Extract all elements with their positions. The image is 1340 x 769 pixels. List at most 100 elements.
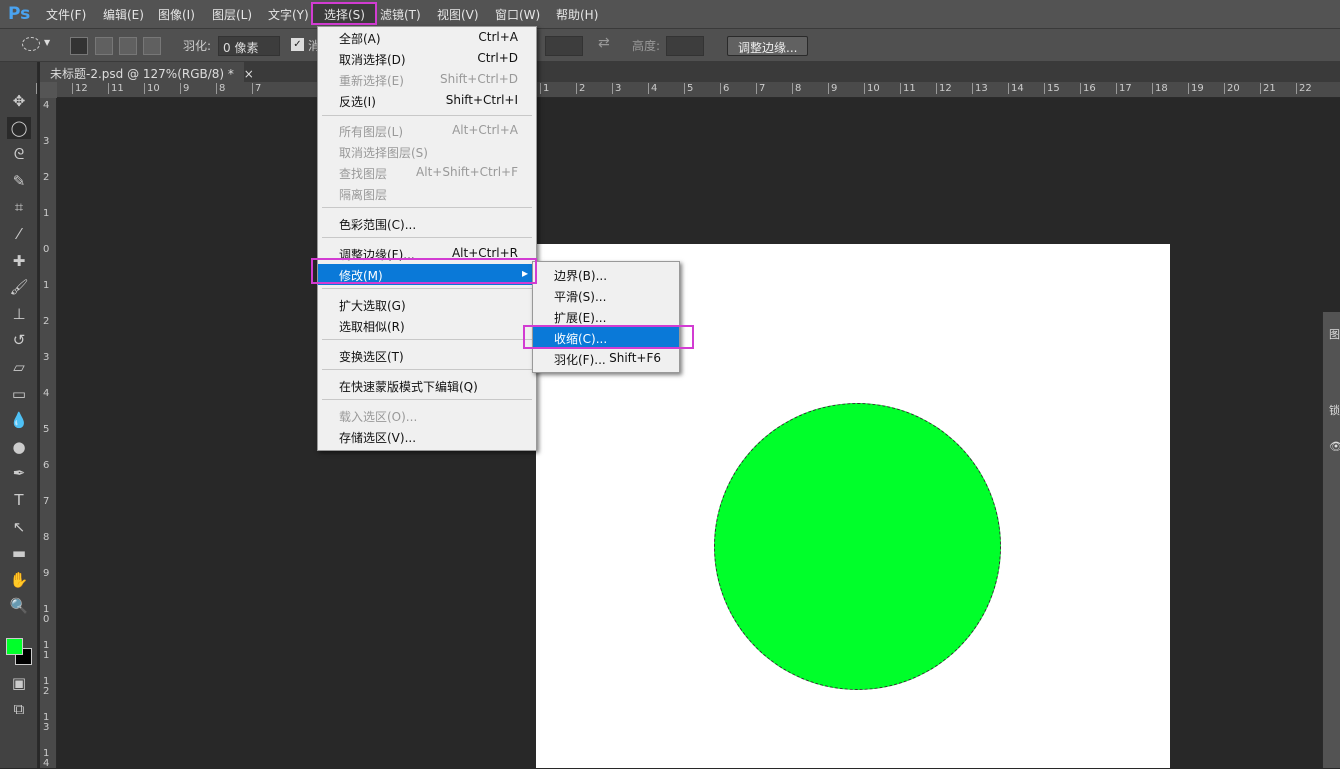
close-icon[interactable]: × bbox=[244, 67, 254, 81]
menu-separator bbox=[322, 339, 532, 340]
menu-item[interactable]: 取消选择图层(S) bbox=[318, 141, 536, 162]
crop-tool-icon[interactable]: ⌗ bbox=[7, 196, 31, 218]
brush-tool-icon[interactable]: 🖌 bbox=[7, 276, 31, 298]
healing-brush-tool-icon[interactable]: ✚ bbox=[7, 250, 31, 272]
annotation-highlight-box bbox=[311, 258, 537, 284]
ruler-label: 22 bbox=[1296, 83, 1312, 94]
history-brush-tool-icon[interactable]: ↺ bbox=[7, 329, 31, 351]
menu-bar: Ps 文件(F) 编辑(E) 图像(I) 图层(L) 文字(Y) 选择(S) 滤镜(T) 视图… bbox=[0, 0, 1340, 28]
menu-7[interactable]: 滤镜(T) bbox=[380, 6, 421, 23]
menu-item[interactable]: 边界(B)... bbox=[533, 264, 679, 285]
dodge-tool-icon[interactable]: ● bbox=[7, 436, 31, 458]
type-tool-icon[interactable]: T bbox=[7, 489, 31, 511]
menu-item[interactable]: 隔离图层 bbox=[318, 183, 536, 204]
ruler-label: 12 bbox=[43, 676, 50, 697]
select-menu: 全部(A) Ctrl+A 取消选择(D) Ctrl+D 重新选择(E) Shift+Ctr… bbox=[317, 26, 537, 451]
eyedropper-tool-icon[interactable]: ⁄ bbox=[7, 223, 31, 245]
ruler-label: 11 bbox=[900, 83, 916, 94]
menu-item[interactable]: 在快速蒙版模式下编辑(Q) bbox=[318, 375, 536, 396]
menu-item[interactable]: 扩展(E)... bbox=[533, 306, 679, 327]
ruler-label: 0 bbox=[43, 244, 50, 255]
menu-item[interactable]: 查找图层 Alt+Shift+Ctrl+F bbox=[318, 162, 536, 183]
menu-4[interactable]: 图层(L) bbox=[212, 6, 252, 23]
height-input[interactable] bbox=[666, 36, 704, 56]
menu-10[interactable]: 帮助(H) bbox=[556, 6, 598, 23]
hand-tool-icon[interactable]: ✋ bbox=[7, 569, 31, 591]
ruler-label: 14 bbox=[1008, 83, 1024, 94]
menu-item[interactable]: 羽化(F)... Shift+F6 bbox=[533, 348, 679, 369]
ruler-label: 21 bbox=[1260, 83, 1276, 94]
lasso-tool-icon[interactable]: ᘓ bbox=[7, 143, 31, 165]
menu-2[interactable]: 编辑(E) bbox=[103, 6, 144, 23]
intersect-selection-icon[interactable] bbox=[143, 37, 161, 55]
document-tab[interactable]: 未标题-2.psd @ 127%(RGB/8) * × bbox=[40, 62, 254, 82]
green-circle-selection[interactable] bbox=[714, 403, 1001, 690]
menu-3[interactable]: 图像(I) bbox=[158, 6, 195, 23]
ruler-label: 16 bbox=[1080, 83, 1096, 94]
quick-mask-icon[interactable]: ▣ bbox=[7, 672, 31, 694]
menu-item[interactable]: 重新选择(E) Shift+Ctrl+D bbox=[318, 69, 536, 90]
new-selection-icon[interactable] bbox=[70, 37, 88, 55]
antialias-checkbox[interactable]: ✓ bbox=[291, 38, 304, 51]
menu-item-label: 取消选择图层(S) bbox=[339, 146, 428, 160]
add-selection-icon[interactable] bbox=[95, 37, 113, 55]
screen-mode-icon[interactable]: ⧉ bbox=[7, 698, 31, 720]
blur-tool-icon[interactable]: 💧 bbox=[7, 409, 31, 431]
menu-item-label: 扩大选取(G) bbox=[339, 299, 406, 313]
ruler-label: 8 bbox=[792, 83, 801, 94]
ruler-label: 10 bbox=[144, 83, 160, 94]
ruler-label: 8 bbox=[43, 532, 50, 543]
menu-item[interactable]: 选取相似(R) bbox=[318, 315, 536, 336]
gradient-tool-icon[interactable]: ▭ bbox=[7, 383, 31, 405]
eraser-tool-icon[interactable]: ▱ bbox=[7, 356, 31, 378]
menu-1[interactable]: 文件(F) bbox=[46, 6, 86, 23]
menu-item-label: 载入选区(O)... bbox=[339, 410, 418, 424]
move-tool-icon[interactable]: ✥ bbox=[7, 90, 31, 112]
menu-separator bbox=[322, 115, 532, 116]
menu-item[interactable]: 全部(A) Ctrl+A bbox=[318, 27, 536, 48]
subtract-selection-icon[interactable] bbox=[119, 37, 137, 55]
photoshop-logo: Ps bbox=[8, 4, 31, 24]
feather-input[interactable]: 0 像素 bbox=[218, 36, 280, 56]
zoom-tool-icon[interactable]: 🔍 bbox=[7, 595, 31, 617]
ruler-label: 15 bbox=[1044, 83, 1060, 94]
path-selection-tool-icon[interactable]: ↖ bbox=[7, 516, 31, 538]
menu-item[interactable]: 变换选区(T) bbox=[318, 345, 536, 366]
quick-selection-tool-icon[interactable]: ✎ bbox=[7, 170, 31, 192]
menu-item[interactable]: 反选(I) Shift+Ctrl+I bbox=[318, 90, 536, 111]
foreground-color-swatch[interactable] bbox=[6, 638, 23, 655]
pen-tool-icon[interactable]: ✒ bbox=[7, 462, 31, 484]
menu-item[interactable]: 存储选区(V)... bbox=[318, 426, 536, 447]
ruler-label: 18 bbox=[1152, 83, 1168, 94]
tools-panel: ✥ ◯ ᘓ ✎ ⌗ ⁄ ✚ 🖌 ⊥ ↺ ▱ ▭ 💧 ● ✒ T ↖ ▬ ✋ 🔍 ▣ ⧉ bbox=[0, 62, 38, 768]
ruler-label: 12 bbox=[72, 83, 88, 94]
menu-5[interactable]: 文字(Y) bbox=[268, 6, 309, 23]
menu-item[interactable]: 载入选区(O)... bbox=[318, 405, 536, 426]
refine-edge-button[interactable]: 调整边缘... bbox=[727, 36, 809, 56]
menu-item[interactable]: 扩大选取(G) bbox=[318, 294, 536, 315]
menu-9[interactable]: 窗口(W) bbox=[495, 6, 540, 23]
menu-item[interactable]: 色彩范围(C)... bbox=[318, 213, 536, 234]
rectangle-tool-icon[interactable]: ▬ bbox=[7, 542, 31, 564]
menu-item[interactable]: 平滑(S)... bbox=[533, 285, 679, 306]
menu-item[interactable]: 取消选择(D) Ctrl+D bbox=[318, 48, 536, 69]
ruler-label: 11 bbox=[43, 640, 50, 661]
ellipse-marquee-icon[interactable] bbox=[22, 37, 40, 51]
eye-icon[interactable]: 👁 bbox=[1329, 440, 1340, 453]
menu-item-label: 隔离图层 bbox=[339, 188, 388, 202]
ruler-label: 7 bbox=[252, 83, 261, 94]
menu-separator bbox=[322, 207, 532, 208]
ellipse-marquee-tool-icon[interactable]: ◯ bbox=[7, 116, 31, 139]
menu-item-label: 存储选区(V)... bbox=[339, 431, 417, 445]
menu-item-shortcut: Shift+F6 bbox=[609, 351, 661, 365]
stamp-tool-icon[interactable]: ⊥ bbox=[7, 303, 31, 325]
ruler-label: 13 bbox=[972, 83, 988, 94]
menu-6[interactable]: 选择(S) bbox=[324, 6, 365, 23]
chevron-down-icon[interactable]: ▼ bbox=[44, 38, 50, 47]
menu-item-label: 取消选择(D) bbox=[339, 53, 406, 67]
swap-icon[interactable]: ⇄ bbox=[598, 35, 610, 51]
ruler-label: 2 bbox=[43, 172, 50, 183]
menu-8[interactable]: 视图(V) bbox=[437, 6, 479, 23]
menu-item[interactable]: 所有图层(L) Alt+Ctrl+A bbox=[318, 120, 536, 141]
width-input[interactable] bbox=[545, 36, 583, 56]
